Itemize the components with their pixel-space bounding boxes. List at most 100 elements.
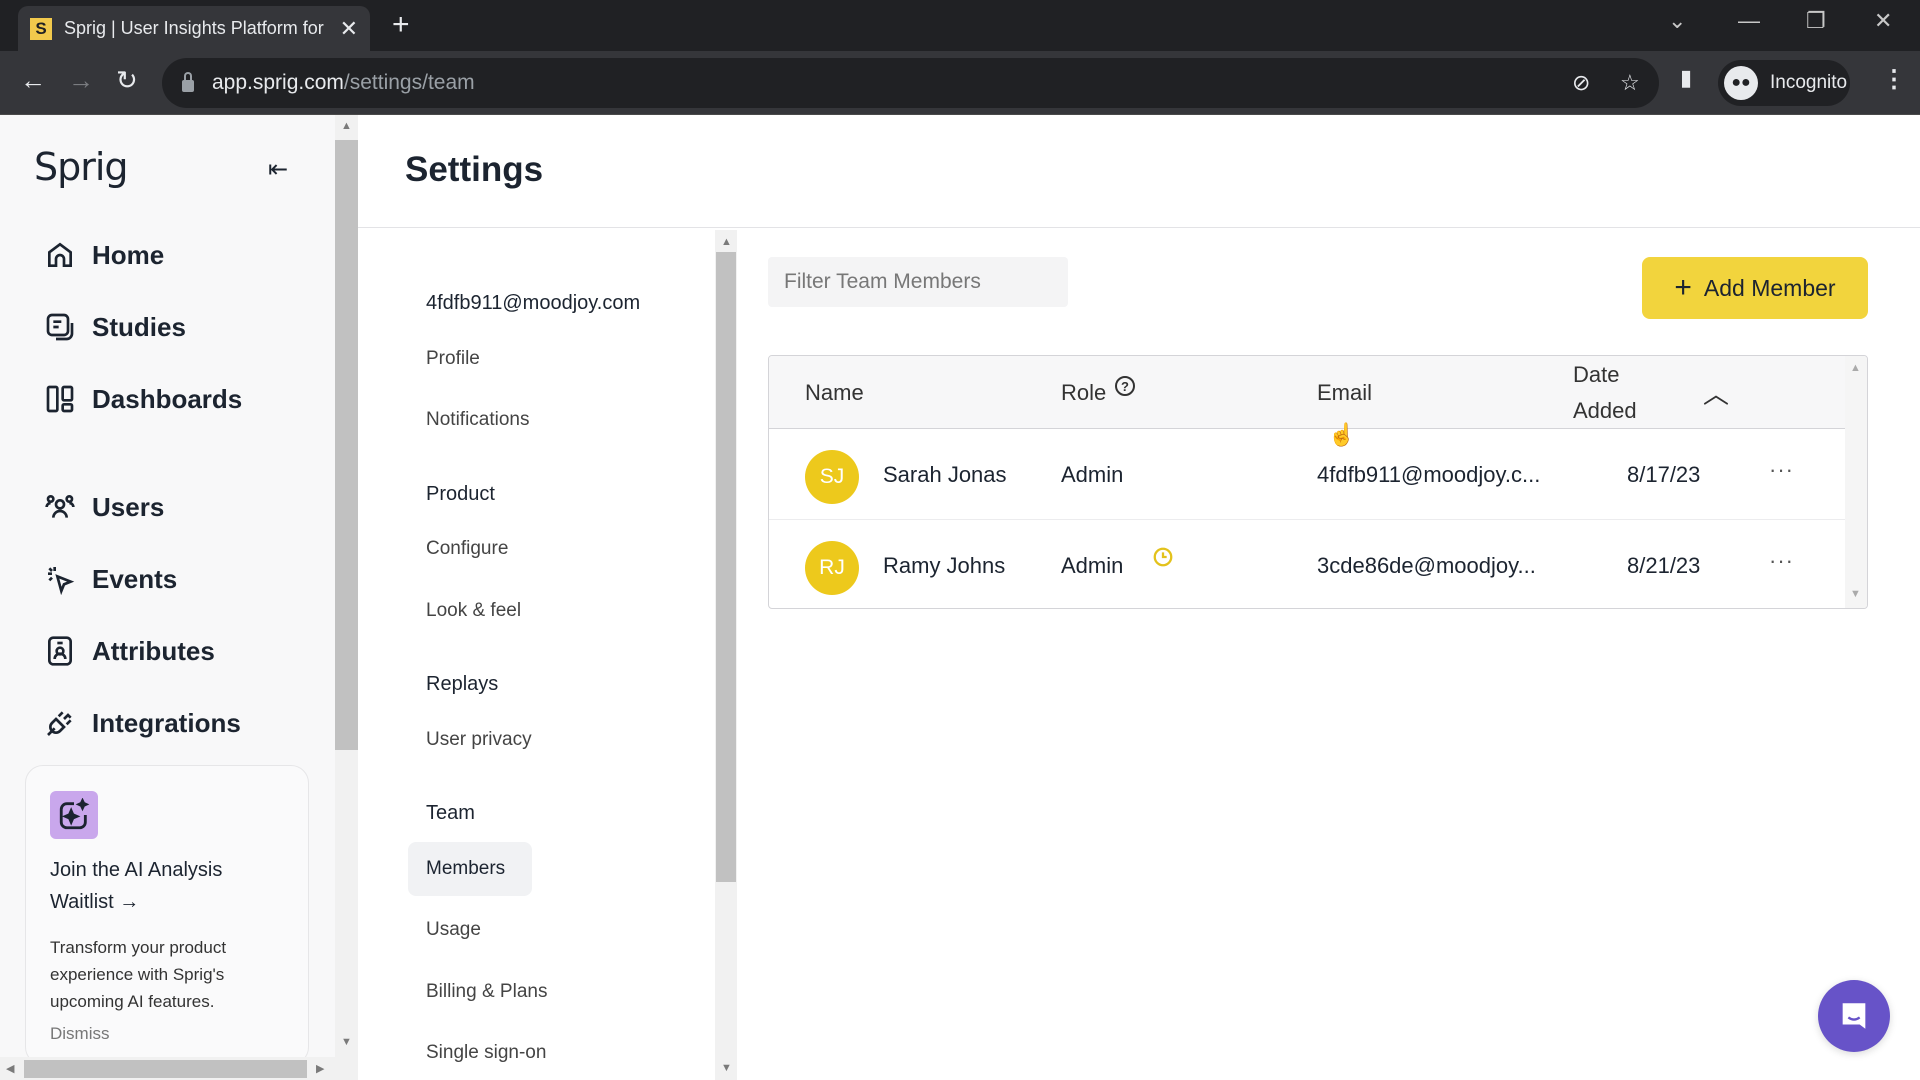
dashboards-icon (46, 385, 74, 413)
back-icon[interactable]: ← (20, 65, 46, 95)
column-header-date-added-line2[interactable]: Added (1573, 398, 1637, 424)
settings-nav-configure[interactable]: Configure (426, 538, 508, 560)
minimize-icon[interactable]: — (1738, 8, 1760, 34)
sidebar-item-label: Users (92, 491, 165, 522)
table-row[interactable]: SJ Sarah Jonas Admin 4fdfb911@moodjoy.c.… (769, 429, 1845, 519)
scroll-down-arrow-icon[interactable]: ▼ (721, 1062, 732, 1074)
ai-sparkle-icon (50, 791, 98, 839)
plus-icon: + (1674, 271, 1692, 304)
promo-dismiss-button[interactable]: Dismiss (50, 1024, 110, 1044)
settings-nav-single-sign-on[interactable]: Single sign-on (426, 1042, 546, 1064)
settings-nav-profile[interactable]: Profile (426, 348, 480, 370)
member-date-added: 8/17/23 (1627, 462, 1701, 487)
browser-toolbar: ← → ↻ app.sprig.com/settings/team ⊘ ☆ ▮ … (0, 51, 1920, 115)
scroll-up-arrow-icon[interactable]: ▲ (721, 236, 732, 248)
header-divider (358, 227, 1920, 228)
studies-icon (46, 313, 74, 341)
sidebar-item-integrations[interactable]: Integrations (44, 703, 241, 743)
restore-icon[interactable]: ❐ (1806, 8, 1826, 34)
chat-widget-button[interactable] (1818, 980, 1890, 1052)
sidebar-item-events[interactable]: Events (44, 559, 177, 599)
avatar: RJ (805, 541, 859, 595)
users-icon (45, 495, 75, 518)
column-header-email[interactable]: Email (1317, 380, 1372, 406)
sidebar-item-label: Events (92, 563, 178, 594)
url-path: /settings/team (343, 71, 475, 94)
ai-waitlist-promo: Join the AI Analysis Waitlist → Transfor… (25, 765, 309, 1065)
events-icon (48, 567, 75, 595)
settings-nav-members[interactable]: Members (426, 858, 505, 880)
incognito-profile[interactable]: ●● Incognito (1718, 60, 1850, 106)
add-member-button[interactable]: + Add Member (1642, 257, 1868, 319)
collapse-sidebar-icon[interactable]: ⇤ (268, 155, 288, 184)
scroll-up-arrow-icon[interactable]: ▲ (1850, 362, 1861, 374)
scroll-down-arrow-icon[interactable]: ▼ (341, 1036, 352, 1048)
promo-description: Transform your product experience with S… (50, 938, 227, 1011)
role-help-icon[interactable]: ? (1115, 376, 1135, 396)
settings-nav-look-and-feel[interactable]: Look & feel (426, 600, 521, 622)
address-bar[interactable]: app.sprig.com/settings/team ⊘ ☆ (162, 58, 1659, 108)
close-tab-icon[interactable]: ✕ (340, 16, 358, 42)
sidebar-item-label: Studies (92, 311, 186, 342)
table-row[interactable]: RJ Ramy Johns Admin 3cde86de@moodjoy... … (769, 519, 1845, 608)
member-role: Admin (1061, 462, 1124, 487)
settings-nav-notifications[interactable]: Notifications (426, 409, 530, 431)
member-date-added: 8/21/23 (1627, 553, 1701, 578)
sidebar-item-attributes[interactable]: Attributes (44, 631, 215, 671)
row-more-options-icon[interactable]: ··· (1769, 457, 1794, 483)
reload-icon[interactable]: ↻ (116, 65, 138, 95)
sidebar-item-label: Attributes (92, 635, 215, 666)
browser-tab[interactable]: S Sprig | User Insights Platform for ✕ (18, 6, 370, 51)
incognito-label: Incognito (1770, 72, 1848, 93)
sidebar-item-studies[interactable]: Studies (44, 307, 186, 347)
new-tab-icon[interactable]: + (392, 10, 410, 40)
add-member-label: Add Member (1703, 274, 1836, 301)
sidebar-item-dashboards[interactable]: Dashboards (44, 379, 242, 419)
settings-nav-billing-plans[interactable]: Billing & Plans (426, 981, 547, 1003)
member-email: 4fdfb911@moodjoy.c... (1317, 462, 1541, 487)
sidebar-item-users[interactable]: Users (44, 487, 164, 527)
sidebar-item-home[interactable]: Home (44, 235, 164, 275)
home-icon (48, 242, 72, 267)
sidebar-horizontal-scroll-thumb[interactable] (24, 1060, 307, 1078)
scroll-up-arrow-icon[interactable]: ▲ (341, 120, 352, 132)
scroll-down-arrow-icon[interactable]: ▼ (1850, 588, 1861, 600)
filter-team-members-input[interactable] (768, 257, 1068, 307)
tab-title: Sprig | User Insights Platform for (63, 18, 324, 38)
sidebar-item-label: Home (92, 239, 165, 270)
browser-tab-bar: S Sprig | User Insights Platform for ✕ +… (0, 0, 1920, 51)
table-scrollbar[interactable] (1845, 356, 1867, 608)
tab-search-chevron-icon[interactable]: ⌄ (1668, 8, 1686, 34)
sidebar-item-label: Dashboards (92, 383, 243, 414)
scroll-left-arrow-icon[interactable]: ◀ (6, 1062, 14, 1075)
table-header: Name Role ? Email Date Added ︿ (769, 356, 1845, 429)
settings-nav-scroll-thumb[interactable] (716, 252, 736, 882)
promo-title-link[interactable]: Join the AI Analysis Waitlist → (50, 854, 290, 918)
attributes-icon (48, 636, 72, 666)
app-sidebar: Sprig ⇤ Home Studies Dashboards Users Ev… (0, 115, 335, 1065)
sidebar-item-label: Integrations (92, 707, 241, 738)
settings-nav-user-privacy[interactable]: User privacy (426, 729, 532, 751)
integrations-icon (47, 711, 72, 736)
settings-nav-usage[interactable]: Usage (426, 919, 481, 941)
sprig-logo[interactable]: Sprig (34, 145, 129, 189)
eye-off-icon[interactable]: ⊘ (1572, 70, 1590, 96)
browser-menu-icon[interactable]: ⋮ (1882, 65, 1906, 94)
sidebar-scroll-thumb[interactable] (335, 140, 358, 750)
incognito-icon: ●● (1724, 66, 1758, 100)
chat-icon (1842, 1003, 1866, 1029)
settings-group-product: Product (426, 483, 495, 505)
column-header-date-added-line1[interactable]: Date (1573, 362, 1619, 388)
forward-icon[interactable]: → (68, 65, 94, 95)
sort-ascending-chevron-up-icon[interactable]: ︿ (1703, 374, 1729, 411)
close-window-icon[interactable]: ✕ (1874, 8, 1892, 34)
column-header-name[interactable]: Name (805, 380, 864, 406)
side-panel-icon[interactable]: ▮ (1680, 65, 1692, 91)
row-more-options-icon[interactable]: ··· (1769, 548, 1794, 574)
bookmark-star-icon[interactable]: ☆ (1620, 70, 1640, 96)
member-email: 3cde86de@moodjoy... (1317, 553, 1536, 578)
account-email: 4fdfb911@moodjoy.com (426, 292, 641, 314)
scroll-right-arrow-icon[interactable]: ▶ (316, 1062, 324, 1075)
column-header-role[interactable]: Role (1061, 380, 1106, 406)
hand-cursor-icon: ☝ (1328, 422, 1356, 447)
